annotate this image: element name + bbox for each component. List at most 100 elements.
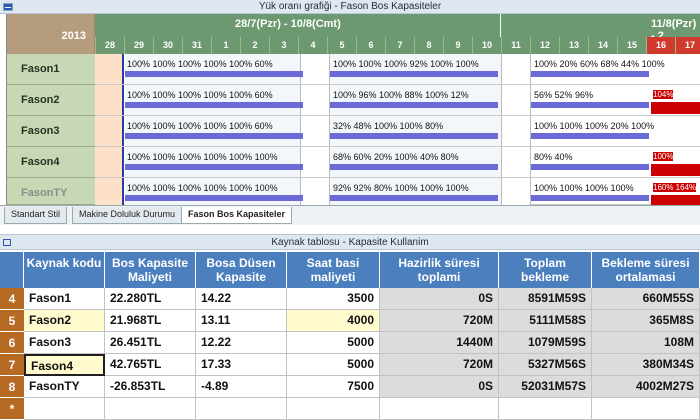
table-cell-hazirlik[interactable]: 0S (380, 376, 499, 398)
table-cell-kapasite[interactable]: 12.22 (196, 332, 287, 354)
resource-label[interactable]: Fason4 (7, 147, 95, 178)
load-bar (125, 164, 303, 170)
table-cell-ortalama[interactable]: 108M (592, 332, 700, 354)
table-cell-kod[interactable]: Fason1 (24, 288, 105, 310)
load-bar (330, 133, 498, 139)
day-header: 7 (385, 37, 414, 54)
resource-column: Fason1 Fason2 Fason3 Fason4 FasonTY (7, 54, 95, 205)
table-cell-bekleme[interactable]: 1079M59S (499, 332, 592, 354)
table-cell-kod[interactable]: Fason4 (24, 354, 105, 376)
tab-makine-doluluk[interactable]: Makine Doluluk Durumu (72, 207, 183, 224)
table-cell-ortalama[interactable]: 4002M27S (592, 376, 700, 398)
table-window-title: Kaynak tablosu - Kapasite Kullanim (271, 237, 429, 248)
table-cell-hazirlik[interactable]: 1440M (380, 332, 499, 354)
resource-label[interactable]: Fason2 (7, 85, 95, 116)
row-number[interactable]: 5 (0, 310, 24, 332)
table-cell-kod[interactable]: Fason3 (24, 332, 105, 354)
weekend-gap (501, 178, 531, 208)
overload-text: 160% 164% (653, 183, 697, 192)
weekend-gap (300, 54, 330, 84)
new-row-cell[interactable] (592, 398, 700, 420)
table-cell-kapasite[interactable]: -4.89 (196, 376, 287, 398)
table-cell-saat[interactable]: 7500 (287, 376, 380, 398)
row-number[interactable]: 4 (0, 288, 24, 310)
row-number[interactable]: 8 (0, 376, 24, 398)
gantt-row[interactable]: 100% 100% 100% 100% 100% 100% 92% 92% 80%… (95, 178, 700, 208)
column-header[interactable]: Bekleme süresi ortalamasi (592, 252, 700, 288)
table-cell-ortalama[interactable]: 660M55S (592, 288, 700, 310)
week-header-2: 11/8(Pzr) - 2 (501, 14, 700, 42)
new-row-cell[interactable] (105, 398, 196, 420)
weekend-gap (501, 85, 531, 115)
table-cell-bekleme[interactable]: 8591M59S (499, 288, 592, 310)
gantt-row[interactable]: 100% 100% 100% 100% 100% 60% 32% 48% 100%… (95, 116, 700, 147)
table-cell-maliyet[interactable]: 42.765TL (105, 354, 196, 376)
table-cell-saat[interactable]: 5000 (287, 354, 380, 376)
day-header: 1 (211, 37, 240, 54)
chart-window-title: Yük oranı grafiği - Fason Bos Kapasitele… (258, 1, 442, 12)
gantt-row[interactable]: 100% 100% 100% 100% 100% 60% 100% 96% 100… (95, 85, 700, 116)
day-header: 28 (95, 37, 124, 54)
overload-bar (651, 164, 700, 176)
table-cell-saat[interactable]: 3500 (287, 288, 380, 310)
new-row-cell[interactable] (24, 398, 105, 420)
load-chart[interactable]: 2013 28/7(Pzr) - 10/8(Cmt) 11/8(Pzr) - 2… (6, 14, 700, 208)
new-row-cell[interactable] (499, 398, 592, 420)
day-header: 8 (414, 37, 443, 54)
table-cell-saat[interactable]: 4000 (287, 310, 380, 332)
table-cell-maliyet[interactable]: 21.968TL (105, 310, 196, 332)
new-row-cell[interactable] (287, 398, 380, 420)
resource-table[interactable]: Kaynak kodu Bos Kapasite Maliyeti Bosa Düs… (0, 252, 700, 420)
new-row-cell[interactable] (196, 398, 287, 420)
gantt-area[interactable]: 100% 100% 100% 100% 100% 60% 100% 100% 10… (95, 54, 700, 208)
table-cell-saat[interactable]: 5000 (287, 332, 380, 354)
weekend-gap (501, 54, 531, 84)
load-bar (531, 195, 649, 201)
resource-label[interactable]: Fason3 (7, 116, 95, 147)
column-header[interactable]: Hazirlik süresi toplami (380, 252, 499, 288)
column-header[interactable]: Saat basi maliyeti (287, 252, 380, 288)
new-row-cell[interactable] (380, 398, 499, 420)
table-cell-maliyet[interactable]: 22.280TL (105, 288, 196, 310)
column-header[interactable]: Bos Kapasite Maliyeti (105, 252, 196, 288)
offday-cell (95, 116, 124, 146)
load-bar (125, 71, 303, 77)
row-number[interactable]: 6 (0, 332, 24, 354)
table-cell-ortalama[interactable]: 365M8S (592, 310, 700, 332)
day-header: 2 (240, 37, 269, 54)
tab-fason-bos-kapasiteler[interactable]: Fason Bos Kapasiteler (181, 207, 293, 224)
table-cell-hazirlik[interactable]: 720M (380, 310, 499, 332)
table-cell-kod[interactable]: FasonTY (24, 376, 105, 398)
table-cell-kapasite[interactable]: 13.11 (196, 310, 287, 332)
chart-window-titlebar: Yük oranı grafiği - Fason Bos Kapasitele… (0, 0, 700, 14)
year-corner: 2013 (7, 14, 95, 54)
offday-cell (95, 54, 124, 84)
column-header[interactable]: Bosa Düsen Kapasite (196, 252, 287, 288)
day-header: 5 (327, 37, 356, 54)
row-number[interactable]: 7 (0, 354, 24, 376)
weekend-gap (501, 147, 531, 177)
day-header: 30 (153, 37, 182, 54)
table-cell-maliyet[interactable]: -26.853TL (105, 376, 196, 398)
gantt-row[interactable]: 100% 100% 100% 100% 100% 100% 68% 60% 20%… (95, 147, 700, 178)
new-row-marker[interactable]: * (0, 398, 24, 420)
resource-label[interactable]: FasonTY (7, 178, 95, 205)
table-cell-bekleme[interactable]: 5327M56S (499, 354, 592, 376)
table-cell-bekleme[interactable]: 5111M58S (499, 310, 592, 332)
table-cell-ortalama[interactable]: 380M34S (592, 354, 700, 376)
gantt-row[interactable]: 100% 100% 100% 100% 100% 60% 100% 100% 10… (95, 54, 700, 85)
table-cell-kapasite[interactable]: 14.22 (196, 288, 287, 310)
resource-label[interactable]: Fason1 (7, 54, 95, 85)
table-cell-maliyet[interactable]: 26.451TL (105, 332, 196, 354)
table-cell-kapasite[interactable]: 17.33 (196, 354, 287, 376)
column-header[interactable]: Kaynak kodu (24, 252, 105, 288)
tab-standart-stil[interactable]: Standart Stil (4, 207, 68, 224)
column-header[interactable]: Toplam bekleme (499, 252, 592, 288)
table-cell-kod[interactable]: Fason2 (24, 310, 105, 332)
day-header: 14 (588, 37, 617, 54)
table-cell-bekleme[interactable]: 52031M57S (499, 376, 592, 398)
table-cell-hazirlik[interactable]: 0S (380, 288, 499, 310)
load-percent-text: 100% 100% 100% 100% 100% 60% (127, 59, 273, 69)
table-cell-hazirlik[interactable]: 720M (380, 354, 499, 376)
load-percent-text: 100% 100% 100% 100% 100% 100% (127, 183, 278, 193)
